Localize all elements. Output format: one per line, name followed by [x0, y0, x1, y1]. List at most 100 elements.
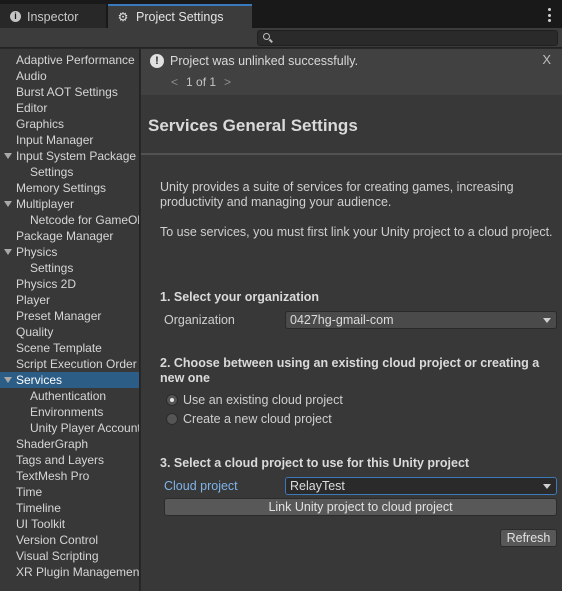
sidebar-item[interactable]: Graphics	[0, 116, 139, 132]
sidebar-item[interactable]: Environments	[0, 404, 139, 420]
expand-arrow-icon[interactable]	[4, 249, 12, 255]
expand-arrow-icon[interactable]	[4, 153, 12, 159]
notification-pager: < 1 of 1 >	[171, 75, 231, 89]
sidebar-item[interactable]: ShaderGraph	[0, 436, 139, 452]
tab-project-settings-label: Project Settings	[136, 10, 224, 24]
sidebar-item-label: ShaderGraph	[16, 437, 89, 451]
sidebar-item-label: Physics 2D	[16, 277, 77, 291]
sidebar-item[interactable]: Version Control	[0, 532, 139, 548]
sidebar-item[interactable]: Audio	[0, 68, 139, 84]
sidebar-item-label: Editor	[16, 101, 48, 115]
sidebar-item-label: Scene Template	[16, 341, 102, 355]
sidebar-item[interactable]: TextMesh Pro	[0, 468, 139, 484]
cloud-project-dropdown[interactable]: RelayTest	[285, 477, 557, 495]
more-options-icon[interactable]	[546, 8, 552, 22]
sidebar-item-label: Audio	[16, 69, 47, 83]
sidebar-item[interactable]: Timeline	[0, 500, 139, 516]
sidebar-item-label: Multiplayer	[16, 197, 75, 211]
sidebar-item-label: Package Manager	[16, 229, 114, 243]
sidebar-item[interactable]: Multiplayer	[0, 196, 139, 212]
step2-heading: 2. Choose between using an existing clou…	[160, 356, 540, 385]
pager-text: 1 of 1	[186, 75, 217, 89]
sidebar-item-label: Services	[16, 373, 63, 387]
sidebar-item-label: Burst AOT Settings	[16, 85, 118, 99]
sidebar-item[interactable]: Visual Scripting	[0, 548, 139, 564]
sidebar-item[interactable]: Authentication	[0, 388, 139, 404]
sidebar-item[interactable]: Preset Manager	[0, 308, 139, 324]
notification-info-icon: !	[150, 54, 164, 68]
expand-arrow-icon[interactable]	[4, 201, 12, 207]
radio-existing-project[interactable]: Use an existing cloud project	[166, 392, 343, 408]
sidebar-item[interactable]: Scene Template	[0, 340, 139, 356]
tab-inspector[interactable]: i Inspector	[0, 4, 106, 28]
sidebar-item[interactable]: Unity Player Accounts	[0, 420, 140, 436]
sidebar-item[interactable]: Quality	[0, 324, 139, 340]
sidebar-item[interactable]: Editor	[0, 100, 139, 116]
step1-heading: 1. Select your organization	[160, 290, 320, 304]
sidebar-item-label: Quality	[16, 325, 54, 339]
title-divider	[141, 153, 562, 155]
sidebar-item[interactable]: Netcode for GameObjects	[0, 212, 139, 228]
sidebar-item-label: Physics	[16, 245, 58, 259]
sidebar-item[interactable]: Physics 2D	[0, 276, 139, 292]
tab-project-settings[interactable]: ⚙ Project Settings	[108, 4, 252, 28]
sidebar-item[interactable]: Input System Package	[0, 148, 139, 164]
sidebar-item[interactable]: Script Execution Order	[0, 356, 139, 372]
tab-inspector-label: Inspector	[27, 9, 79, 24]
sidebar-item-label: Preset Manager	[16, 309, 102, 323]
sidebar-item[interactable]: Package Manager	[0, 228, 139, 244]
refresh-button[interactable]: Refresh	[500, 529, 557, 547]
sidebar-item-label: Player	[16, 293, 51, 307]
sidebar-item-label: UI Toolkit	[16, 517, 66, 531]
page-title: Services General Settings	[148, 116, 358, 135]
toolbar	[0, 28, 562, 48]
sidebar-item-label: Memory Settings	[16, 181, 107, 195]
cloud-project-value: RelayTest	[290, 479, 345, 493]
step3-heading: 3. Select a cloud project to use for thi…	[160, 456, 470, 470]
intro-paragraph-2: To use services, you must first link you…	[160, 225, 553, 239]
search-input[interactable]	[257, 30, 558, 46]
sidebar-item[interactable]: Player	[0, 292, 139, 308]
organization-dropdown[interactable]: 0427hg-gmail-com	[285, 311, 557, 329]
sidebar-item[interactable]: UI Toolkit	[0, 516, 139, 532]
sidebar-item-label: Authentication	[30, 389, 107, 403]
notification-close-button[interactable]: X	[542, 52, 551, 67]
sidebar-item-label: Time	[16, 485, 43, 499]
sidebar-item[interactable]: Settings	[0, 164, 139, 180]
radio-checked-icon	[166, 394, 178, 406]
sidebar-item-label: Settings	[30, 261, 74, 275]
sidebar-item-label: Graphics	[16, 117, 65, 131]
sidebar-item-label: Version Control	[16, 533, 99, 547]
radio-new-project[interactable]: Create a new cloud project	[166, 411, 332, 427]
sidebar-item-label: TextMesh Pro	[16, 469, 90, 483]
gear-icon: ⚙	[117, 10, 129, 24]
link-project-button[interactable]: Link Unity project to cloud project	[164, 498, 557, 516]
sidebar-item-label: Timeline	[16, 501, 61, 515]
sidebar-item-label: Input System Package	[16, 149, 137, 163]
chevron-down-icon	[543, 318, 551, 323]
pager-prev-button[interactable]: <	[171, 75, 178, 89]
sidebar-item[interactable]: Settings	[0, 260, 139, 276]
sidebar-item-label: Script Execution Order	[16, 357, 137, 371]
expand-arrow-icon[interactable]	[4, 377, 12, 383]
sidebar-item-label: Adaptive Performance	[16, 53, 135, 67]
sidebar-item-label: Environments	[30, 405, 104, 419]
sidebar-item-label: Unity Player Accounts	[30, 421, 140, 435]
organization-value: 0427hg-gmail-com	[290, 313, 394, 327]
sidebar-item[interactable]: XR Plugin Management	[0, 564, 139, 580]
sidebar-item[interactable]: Input Manager	[0, 132, 139, 148]
sidebar-item[interactable]: Physics	[0, 244, 139, 260]
sidebar-item[interactable]: Services	[0, 372, 139, 388]
notification-banner: ! Project was unlinked successfully. X <…	[141, 49, 562, 95]
sidebar-item[interactable]: Adaptive Performance	[0, 52, 139, 68]
sidebar-item[interactable]: Memory Settings	[0, 180, 139, 196]
organization-label: Organization	[164, 313, 235, 327]
sidebar-item-label: Tags and Layers	[16, 453, 105, 467]
services-settings-panel: ! Project was unlinked successfully. X <…	[141, 49, 562, 591]
sidebar-item[interactable]: Tags and Layers	[0, 452, 139, 468]
pager-next-button[interactable]: >	[224, 75, 231, 89]
sidebar-item[interactable]: Burst AOT Settings	[0, 84, 139, 100]
sidebar-item[interactable]: Time	[0, 484, 139, 500]
radio-new-label: Create a new cloud project	[183, 412, 332, 426]
info-icon: i	[10, 11, 21, 22]
